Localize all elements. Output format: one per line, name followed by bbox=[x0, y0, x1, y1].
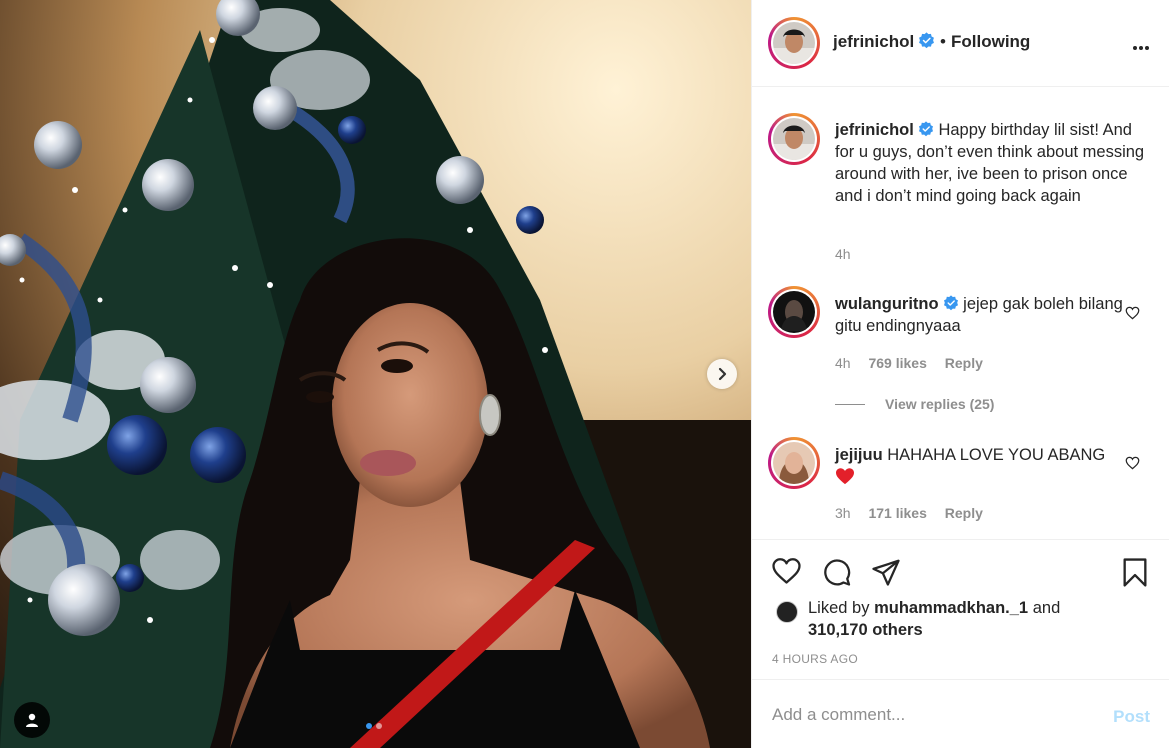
comment-username[interactable]: wulanguritno bbox=[835, 295, 939, 313]
comment-likes[interactable]: 171 likes bbox=[868, 505, 926, 521]
caption-avatar[interactable] bbox=[768, 113, 820, 165]
bookmark-icon[interactable] bbox=[1121, 557, 1149, 588]
like-comment-heart-icon[interactable] bbox=[1125, 456, 1140, 470]
author-avatar[interactable] bbox=[768, 17, 820, 69]
more-icon bbox=[1133, 46, 1149, 50]
view-replies-label: View replies (25) bbox=[885, 396, 995, 412]
more-options-button[interactable] bbox=[1132, 34, 1150, 57]
comment-avatar-image bbox=[773, 442, 815, 484]
post-comment-button[interactable]: Post bbox=[1113, 707, 1150, 727]
comment-username[interactable]: jejijuu bbox=[835, 446, 883, 464]
comment-avatar[interactable] bbox=[768, 286, 820, 338]
add-comment-bar: Post bbox=[752, 680, 1169, 748]
author-line: jefrinichol bbox=[833, 32, 935, 52]
like-comment-heart-icon[interactable] bbox=[1125, 306, 1140, 320]
liked-by-avatar[interactable] bbox=[776, 601, 798, 623]
reply-button[interactable]: Reply bbox=[945, 355, 983, 371]
post-photo[interactable] bbox=[0, 0, 751, 748]
comment-time[interactable]: 3h bbox=[835, 505, 851, 521]
comment-text: HAHAHA LOVE YOU ABANG bbox=[887, 446, 1106, 464]
post-header: jefrinichol • Following bbox=[752, 0, 1169, 87]
caption-username[interactable]: jefrinichol bbox=[835, 121, 914, 139]
comment-time[interactable]: 4h bbox=[835, 355, 851, 371]
author-avatar-image bbox=[773, 22, 815, 64]
liked-by-user[interactable]: muhammadkhan._1 bbox=[874, 599, 1028, 617]
comment-text-block: jejijuu HAHAHA LOVE YOU ABANG bbox=[835, 444, 1125, 488]
verified-icon bbox=[919, 32, 935, 49]
comment-input[interactable] bbox=[772, 700, 1092, 730]
comment-meta: 3h 171 likes Reply bbox=[835, 505, 997, 521]
author-username[interactable]: jefrinichol bbox=[833, 32, 914, 51]
red-heart-emoji bbox=[836, 468, 854, 485]
caption-time[interactable]: 4h bbox=[835, 246, 851, 262]
verified-icon bbox=[943, 295, 958, 311]
liked-by-and: and bbox=[1032, 599, 1061, 617]
comments-section: jefrinichol Happy birthday lil sist! And… bbox=[752, 87, 1169, 540]
carousel-dot-active bbox=[366, 723, 372, 729]
reply-button[interactable]: Reply bbox=[945, 505, 983, 521]
carousel-indicator bbox=[366, 723, 382, 729]
liked-by-prefix: Liked by bbox=[808, 599, 870, 617]
caption-meta: 4h bbox=[835, 246, 865, 262]
caption-avatar-image bbox=[773, 118, 815, 160]
view-replies-line bbox=[835, 403, 865, 405]
photo-scene bbox=[0, 0, 751, 748]
carousel-dot bbox=[376, 723, 382, 729]
tagged-users-button[interactable] bbox=[14, 702, 50, 738]
comment-icon[interactable] bbox=[821, 557, 852, 587]
view-replies-button[interactable]: View replies (25) bbox=[835, 396, 994, 412]
post-timestamp[interactable]: 4 HOURS AGO bbox=[772, 652, 858, 666]
next-slide-button[interactable] bbox=[707, 359, 737, 389]
comment-text-block: wulanguritno jejep gak boleh bilang gitu… bbox=[835, 293, 1125, 337]
user-tag-icon bbox=[26, 713, 38, 727]
comment-avatar[interactable] bbox=[768, 437, 820, 489]
separator-dot: • bbox=[940, 32, 946, 51]
following-button[interactable]: Following bbox=[951, 32, 1030, 52]
comment-likes[interactable]: 769 likes bbox=[868, 355, 926, 371]
share-icon[interactable] bbox=[870, 557, 902, 587]
like-heart-icon[interactable] bbox=[771, 557, 802, 585]
liked-by-summary: Liked by muhammadkhan._1 and 310,170 oth… bbox=[808, 597, 1060, 641]
liked-by-others[interactable]: 310,170 others bbox=[808, 621, 923, 639]
caption-text-block: jefrinichol Happy birthday lil sist! And… bbox=[835, 119, 1145, 207]
post-sidebar: jefrinichol • Following jefrinichol Happ… bbox=[751, 0, 1169, 748]
chevron-right-icon bbox=[718, 367, 727, 381]
comment-meta: 4h 769 likes Reply bbox=[835, 355, 997, 371]
comment-avatar-image bbox=[773, 291, 815, 333]
verified-icon bbox=[918, 121, 933, 137]
